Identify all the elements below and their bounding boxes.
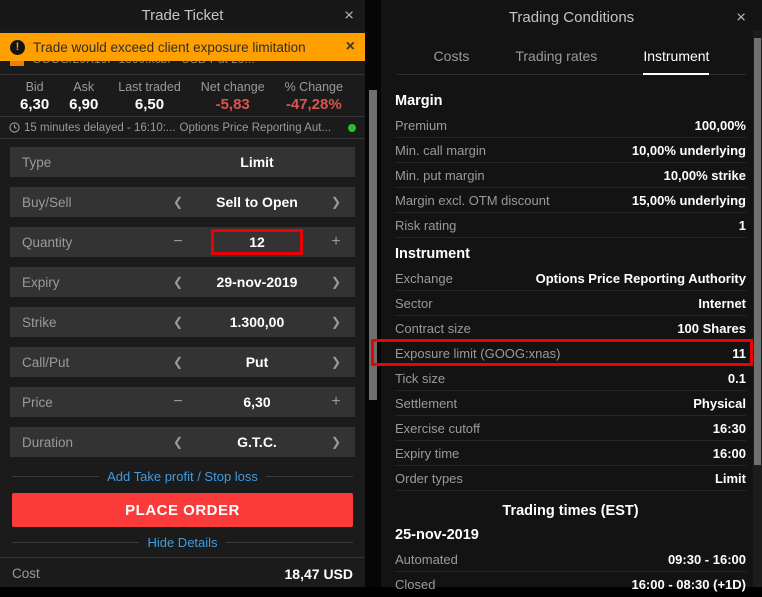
instrument-section-heading: Instrument: [395, 242, 746, 266]
background-gap: [365, 0, 381, 587]
table-row: Sector Internet: [395, 291, 746, 316]
hide-details-link[interactable]: Hide Details: [147, 535, 217, 550]
cost-label: Cost: [12, 566, 40, 582]
table-row: Margin excl. OTM discount 15,00% underly…: [395, 188, 746, 213]
trading-conditions-header: Trading Conditions ×: [381, 0, 762, 34]
place-order-button[interactable]: PLACE ORDER: [12, 493, 353, 527]
conditions-content: Margin Premium 100,00% Min. call margin …: [381, 75, 762, 597]
scrollbar-track[interactable]: [753, 30, 762, 587]
table-row: Automated 09:30 - 16:00: [395, 547, 746, 572]
clock-icon: [9, 122, 20, 133]
chevron-left-icon[interactable]: ❮: [171, 275, 185, 289]
table-row: Risk rating 1: [395, 213, 746, 238]
left-panel-scrollbar[interactable]: [369, 90, 377, 400]
table-row: Tick size 0.1: [395, 366, 746, 391]
chevron-right-icon[interactable]: ❯: [329, 275, 343, 289]
field-buy-sell[interactable]: Buy/Sell ❮ Sell to Open ❯: [10, 187, 355, 217]
field-call-put[interactable]: Call/Put ❮ Put ❯: [10, 347, 355, 377]
minus-icon[interactable]: −: [171, 233, 185, 251]
quote-col-net-change: Net change -5,83: [201, 80, 265, 113]
field-duration[interactable]: Duration ❮ G.T.C. ❯: [10, 427, 355, 457]
quote-col-last-traded: Last traded 6,50: [118, 80, 181, 113]
table-row: Exercise cutoff 16:30: [395, 416, 746, 441]
trading-times-heading: Trading times (EST): [395, 499, 746, 523]
table-row: Min. put margin 10,00% strike: [395, 163, 746, 188]
field-strike[interactable]: Strike ❮ 1.300,00 ❯: [10, 307, 355, 337]
instrument-row-clipped: GOOG/29X19P 1300:xcbf - USD Put 29...: [0, 61, 365, 74]
field-expiry[interactable]: Expiry ❮ 29-nov-2019 ❯: [10, 267, 355, 297]
expiry-value: 29-nov-2019: [185, 274, 329, 290]
table-row: Premium 100,00%: [395, 113, 746, 138]
trade-ticket-header: Trade Ticket ×: [0, 0, 365, 30]
close-icon[interactable]: ×: [736, 9, 746, 26]
scrollbar-thumb[interactable]: [754, 38, 761, 465]
order-form: Type ❮ Limit ❯ Buy/Sell ❮ Sell to Open ❯…: [0, 139, 365, 457]
table-row: Settlement Physical: [395, 391, 746, 416]
quote-col-bid: Bid 6,30: [20, 80, 49, 113]
tab-trading-rates[interactable]: Trading rates: [515, 48, 597, 74]
field-quantity[interactable]: Quantity − 12 +: [10, 227, 355, 257]
trading-conditions-title: Trading Conditions: [509, 9, 634, 26]
table-row: Min. call margin 10,00% underlying: [395, 138, 746, 163]
chevron-left-icon[interactable]: ❮: [171, 195, 185, 209]
tab-instrument[interactable]: Instrument: [643, 48, 709, 75]
chevron-right-icon[interactable]: ❯: [329, 355, 343, 369]
chevron-left-icon[interactable]: ❮: [171, 315, 185, 329]
buy-sell-value: Sell to Open: [185, 194, 329, 210]
type-value: Limit: [185, 154, 329, 170]
plus-icon[interactable]: +: [329, 233, 343, 251]
quantity-input[interactable]: 12: [211, 229, 303, 255]
delay-text: 15 minutes delayed - 16:10:...: [24, 122, 176, 134]
plus-icon[interactable]: +: [329, 393, 343, 411]
field-type[interactable]: Type ❮ Limit ❯: [10, 147, 355, 177]
tab-bar: Costs Trading rates Instrument: [397, 48, 746, 75]
chevron-right-icon[interactable]: ❯: [329, 315, 343, 329]
price-value: 6,30: [185, 394, 329, 410]
chevron-right-icon[interactable]: ❯: [329, 435, 343, 449]
close-icon[interactable]: ×: [344, 7, 354, 24]
quote-col-ask: Ask 6,90: [69, 80, 98, 113]
warning-close-icon[interactable]: ×: [346, 38, 355, 56]
trade-ticket-title: Trade Ticket: [142, 7, 224, 24]
field-price[interactable]: Price − 6,30 +: [10, 387, 355, 417]
add-take-profit-link[interactable]: Add Take profit / Stop loss: [107, 469, 258, 484]
table-row: Expiry time 16:00: [395, 441, 746, 466]
table-row: Exchange Options Price Reporting Authori…: [395, 266, 746, 291]
take-profit-row: Add Take profit / Stop loss: [0, 467, 365, 485]
chevron-left-icon[interactable]: ❮: [171, 435, 185, 449]
duration-value: G.T.C.: [185, 434, 329, 450]
tab-costs[interactable]: Costs: [434, 48, 470, 74]
cost-value: 18,47 USD: [285, 566, 353, 582]
quote-col-pct-change: % Change -47,28%: [285, 80, 343, 113]
instrument-name: GOOG/29X19P 1300:xcbf - USD Put 29...: [32, 61, 255, 66]
warning-text: Trade would exceed client exposure limit…: [33, 40, 338, 55]
exchange-feed-text: Options Price Reporting Aut...: [180, 122, 332, 134]
warning-icon: !: [10, 40, 25, 55]
table-row: Contract size 100 Shares: [395, 316, 746, 341]
strike-value: 1.300,00: [185, 314, 329, 330]
table-row: Closed 16:00 - 08:30 (+1D): [395, 572, 746, 597]
quote-strip: Bid 6,30 Ask 6,90 Last traded 6,50 Net c…: [0, 75, 365, 116]
chevron-right-icon[interactable]: ❯: [329, 195, 343, 209]
delay-notice: 15 minutes delayed - 16:10:... Options P…: [0, 117, 365, 138]
green-status-dot: [348, 124, 356, 132]
trading-conditions-panel: Trading Conditions × Costs Trading rates…: [381, 0, 762, 587]
exposure-warning-banner: ! Trade would exceed client exposure lim…: [0, 33, 365, 61]
hide-details-row: Hide Details: [0, 533, 365, 551]
exposure-limit-row: Exposure limit (GOOG:xnas) 11: [395, 341, 746, 366]
margin-section-heading: Margin: [395, 89, 746, 113]
call-put-value: Put: [185, 354, 329, 370]
chevron-left-icon[interactable]: ❮: [171, 355, 185, 369]
trade-ticket-panel: Trade Ticket × ! Trade would exceed clie…: [0, 0, 365, 587]
minus-icon[interactable]: −: [171, 393, 185, 411]
table-row: Order types Limit: [395, 466, 746, 491]
instrument-chip-icon: [10, 61, 24, 66]
cost-row: Cost 18,47 USD: [0, 557, 365, 590]
trading-times-date: 25-nov-2019: [395, 523, 746, 547]
